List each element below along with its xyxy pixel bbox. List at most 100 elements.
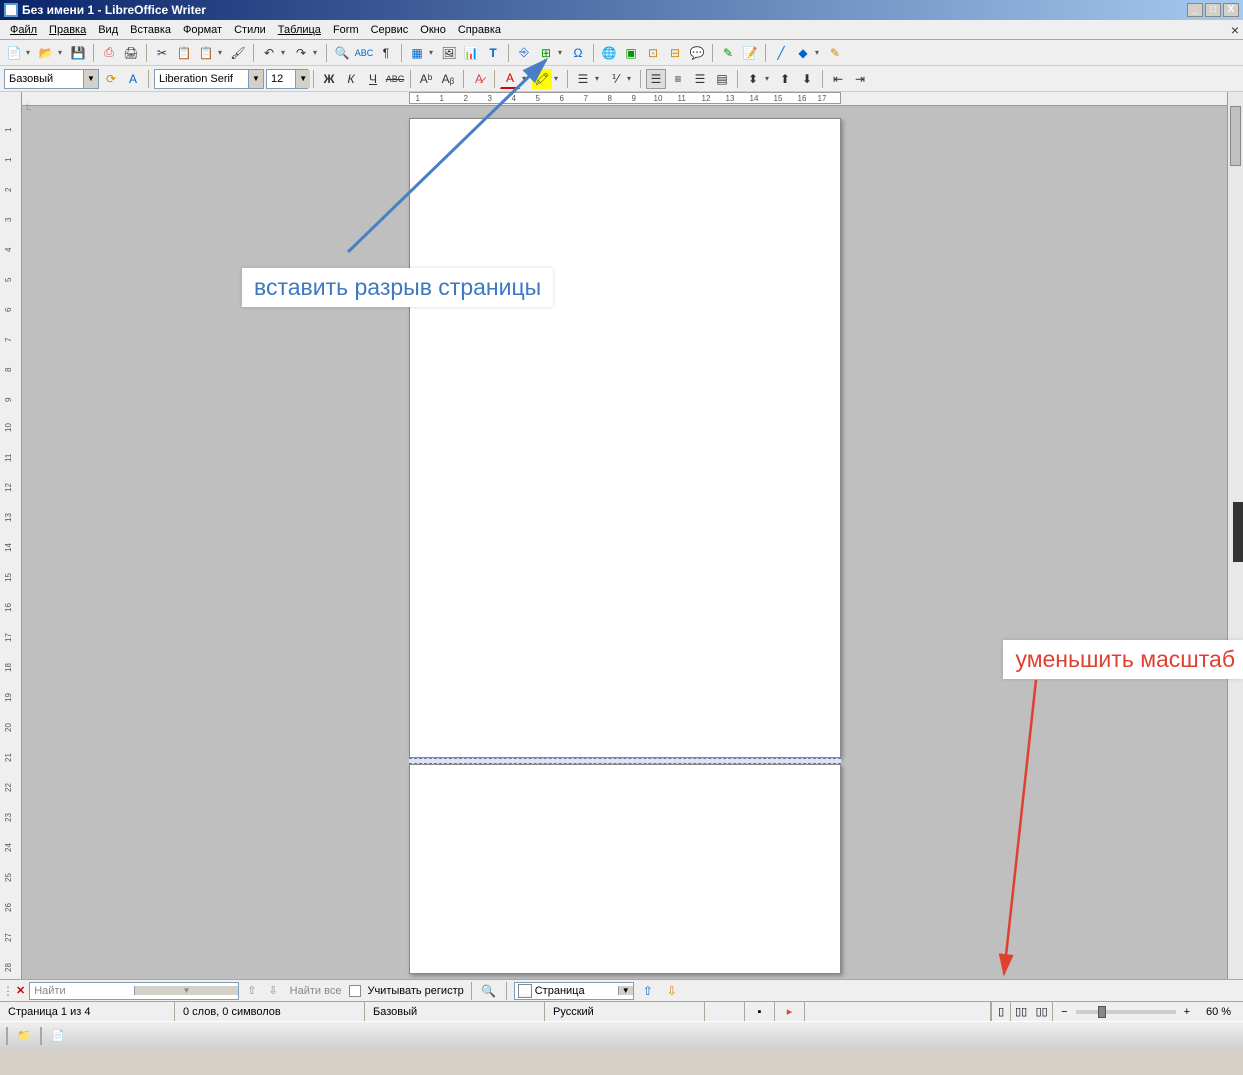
match-case-checkbox[interactable] <box>349 985 361 997</box>
align-center-button[interactable]: ≡ <box>668 69 688 89</box>
show-draw-button[interactable]: ✎ <box>825 43 845 63</box>
findbar-grip[interactable]: ⋮ <box>4 981 12 1001</box>
superscript-button[interactable]: Aᵇ <box>416 69 436 89</box>
bookmark-button[interactable]: ⊡ <box>643 43 663 63</box>
view-book-button[interactable]: ▯▯ <box>1031 1002 1053 1021</box>
footnote-button[interactable]: ▣ <box>621 43 641 63</box>
page-2[interactable] <box>409 764 841 974</box>
redo-dropdown[interactable]: ▾ <box>313 48 321 57</box>
vertical-ruler[interactable]: // populated below via JS for ticks 1123… <box>0 92 22 979</box>
taskbar-document-icon[interactable]: 📄 <box>48 1026 68 1046</box>
new-button[interactable]: 📄 <box>4 43 24 63</box>
status-insert-mode[interactable] <box>705 1002 745 1021</box>
menu-file[interactable]: Файл <box>4 22 43 38</box>
find-options-button[interactable]: 🔍 <box>479 981 499 1001</box>
basic-shapes-button[interactable]: ◆ <box>793 43 813 63</box>
paste-button[interactable]: 📋 <box>196 43 216 63</box>
menu-edit[interactable]: Правка <box>43 22 92 38</box>
align-justify-button[interactable]: ▤ <box>712 69 732 89</box>
insert-image-button[interactable]: 🖼 <box>439 43 459 63</box>
insert-textbox-button[interactable]: T <box>483 43 503 63</box>
nav-prev-button[interactable]: ⇧ <box>638 981 658 1001</box>
sidebar-toggle[interactable] <box>1233 502 1243 562</box>
vertical-scrollbar[interactable] <box>1227 92 1243 979</box>
status-page[interactable]: Страница 1 из 4 <box>0 1002 175 1021</box>
close-findbar-button[interactable]: ✕ <box>16 984 25 997</box>
insert-special-char-button[interactable]: Ω <box>568 43 588 63</box>
italic-button[interactable]: К <box>341 69 361 89</box>
table-dropdown[interactable]: ▾ <box>429 48 437 57</box>
copy-button[interactable]: 📋 <box>174 43 194 63</box>
redo-button[interactable]: ↷ <box>291 43 311 63</box>
increase-indent-button[interactable]: ⇥ <box>850 69 870 89</box>
menu-view[interactable]: Вид <box>92 22 124 38</box>
new-dropdown[interactable]: ▾ <box>26 48 34 57</box>
menu-help[interactable]: Справка <box>452 22 507 38</box>
taskbar-grip[interactable] <box>40 1027 42 1045</box>
number-dropdown[interactable]: ▾ <box>627 74 635 83</box>
open-button[interactable]: 📂 <box>36 43 56 63</box>
close-button[interactable]: X <box>1223 3 1239 17</box>
clone-format-button[interactable]: 🖌 <box>228 43 248 63</box>
clear-format-button[interactable]: A̷ <box>469 69 489 89</box>
increase-spacing-button[interactable]: ⬆ <box>775 69 795 89</box>
comment-button[interactable]: 💬 <box>687 43 707 63</box>
menu-format[interactable]: Формат <box>177 22 228 38</box>
find-prev-button[interactable]: ⇧ <box>243 983 260 998</box>
menu-form[interactable]: Form <box>327 22 365 38</box>
undo-dropdown[interactable]: ▾ <box>281 48 289 57</box>
maximize-button[interactable]: □ <box>1205 3 1221 17</box>
bullet-list-button[interactable]: ☰ <box>573 69 593 89</box>
shapes-dropdown[interactable]: ▾ <box>815 48 823 57</box>
status-signature[interactable]: ▸ <box>775 1002 805 1021</box>
insert-table-button[interactable]: ▦ <box>407 43 427 63</box>
align-right-button[interactable]: ☰ <box>690 69 710 89</box>
paste-dropdown[interactable]: ▾ <box>218 48 226 57</box>
status-page-style[interactable]: Базовый <box>365 1002 545 1021</box>
formatting-marks-button[interactable]: ¶ <box>376 43 396 63</box>
find-input[interactable]: Найти ▼ <box>29 982 239 1000</box>
close-document-icon[interactable]: × <box>1231 22 1239 38</box>
menu-tools[interactable]: Сервис <box>365 22 415 38</box>
spacing-dropdown[interactable]: ▾ <box>765 74 773 83</box>
paragraph-style-combo[interactable]: Базовый ▼ <box>4 69 99 89</box>
menu-table[interactable]: Таблица <box>272 22 327 38</box>
open-dropdown[interactable]: ▾ <box>58 48 66 57</box>
new-style-button[interactable]: A <box>123 69 143 89</box>
line-button[interactable]: ╱ <box>771 43 791 63</box>
view-single-page-button[interactable]: ▯ <box>991 1002 1011 1021</box>
zoom-slider[interactable] <box>1076 1010 1176 1014</box>
scrollbar-thumb[interactable] <box>1230 106 1241 166</box>
dropdown-arrow-icon[interactable]: ▼ <box>134 986 239 995</box>
view-multi-page-button[interactable]: ▯▯ <box>1011 1002 1031 1021</box>
insert-chart-button[interactable]: 📊 <box>461 43 481 63</box>
save-button[interactable]: 💾 <box>68 43 88 63</box>
track-changes-button[interactable]: ✎ <box>718 43 738 63</box>
spellcheck-button[interactable]: ABC <box>354 43 374 63</box>
align-left-button[interactable]: ☰ <box>646 69 666 89</box>
zoom-out-button[interactable]: − <box>1057 1006 1071 1018</box>
font-color-dropdown[interactable]: ▾ <box>522 74 530 83</box>
minimize-button[interactable]: _ <box>1187 3 1203 17</box>
document-canvas[interactable]: L <box>22 92 1227 979</box>
bullet-dropdown[interactable]: ▾ <box>595 74 603 83</box>
status-selection-mode[interactable]: ▪ <box>745 1002 775 1021</box>
decrease-indent-button[interactable]: ⇤ <box>828 69 848 89</box>
zoom-in-button[interactable]: + <box>1180 1006 1194 1018</box>
line-spacing-button[interactable]: ⬍ <box>743 69 763 89</box>
navigate-by-combo[interactable]: Страница ▼ <box>514 982 634 1000</box>
zoom-percent[interactable]: 60 % <box>1198 1002 1243 1021</box>
zoom-slider-knob[interactable] <box>1098 1006 1106 1018</box>
hyperlink-button[interactable]: 🌐 <box>599 43 619 63</box>
find-next-button[interactable]: ⇩ <box>264 983 281 998</box>
strikethrough-button[interactable]: ABC <box>385 69 405 89</box>
number-list-button[interactable]: ⅟ <box>605 69 625 89</box>
export-pdf-button[interactable]: ⎙ <box>99 43 119 63</box>
nav-next-button[interactable]: ⇩ <box>662 981 682 1001</box>
menu-insert[interactable]: Вставка <box>124 22 177 38</box>
font-color-button[interactable]: A <box>500 69 520 89</box>
field-dropdown[interactable]: ▾ <box>558 48 566 57</box>
taskbar-grip[interactable] <box>6 1027 8 1045</box>
subscript-button[interactable]: Aᵦ <box>438 69 458 89</box>
insert-field-button[interactable]: ⊞ <box>536 43 556 63</box>
